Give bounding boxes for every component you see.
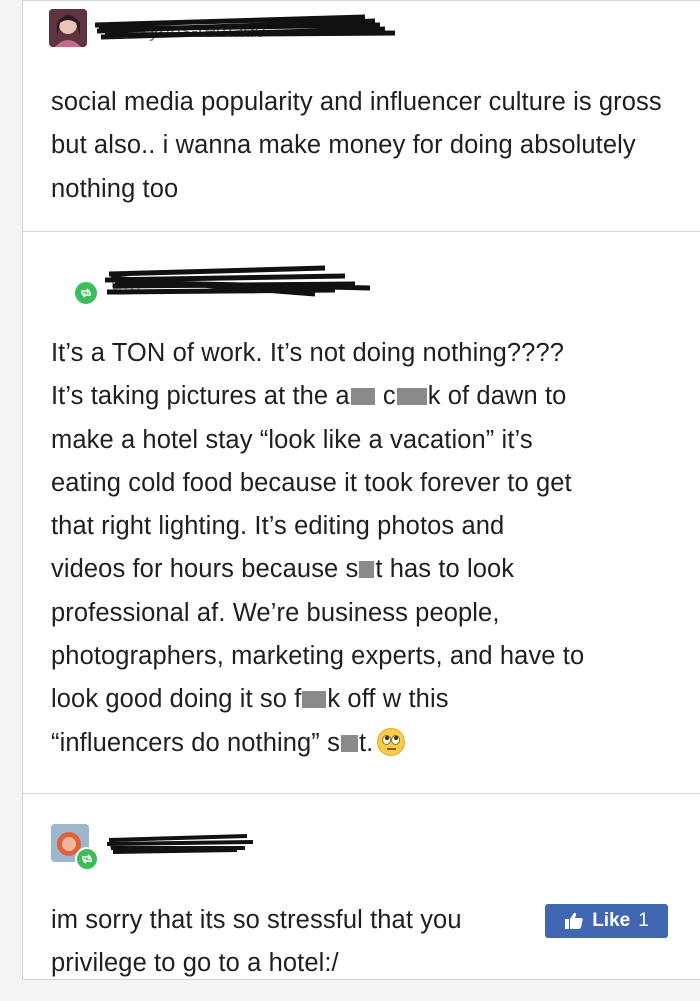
username-redacted[interactable]: g… [105,262,375,302]
like-count: 1 [638,910,649,931]
reblog-comment-1: g… It’s a TON of work. It’s not doing no… [22,232,700,794]
censor-block [359,561,375,579]
censor-block [396,388,427,406]
like-label: Like [592,910,631,931]
thumbs-up-icon [565,912,583,929]
post-text: social media popularity and influencer c… [51,88,662,203]
svg-text:kaiikyuus-remade: kaiikyuus-remade [109,20,266,42]
like-button[interactable]: Like 1 [545,904,668,938]
original-post: kaiikyuus-remade social media popularity… [22,0,700,232]
censor-block [302,691,327,709]
username-redacted[interactable]: e… [107,830,257,856]
post-text: It’s a TON of work. It’s not doing nothi… [51,339,585,757]
reblog-icon [75,847,99,871]
svg-text:g…: g… [111,273,142,295]
censor-block [350,388,375,406]
reblog-icon [73,280,99,306]
avatar[interactable] [49,9,87,47]
username-redacted[interactable]: kaiikyuus-remade [95,13,395,43]
svg-text:e…: e… [109,834,137,854]
reblog-comment-2: e… im sorry that its so stressful that y… [22,794,700,980]
censor-block [340,734,358,752]
face-with-rolling-eyes-emoji [377,727,406,756]
